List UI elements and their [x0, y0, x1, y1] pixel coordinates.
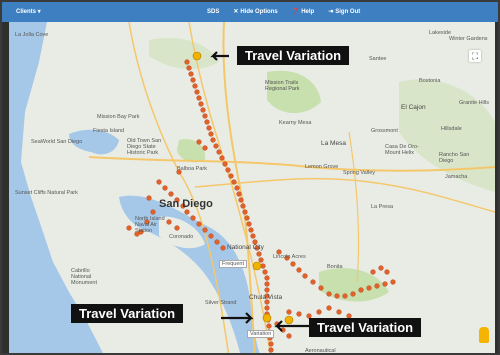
label-silver-strand: Silver Strand: [205, 300, 237, 306]
label-lakeside: Lakeside: [429, 30, 452, 36]
label-la-jolla: La Jolla Cove: [15, 32, 49, 38]
menu-item-help[interactable]: ❓ Help: [291, 8, 315, 16]
label-hillsdale: Hillsdale: [441, 126, 462, 132]
label-bonita: Bonita: [327, 264, 343, 270]
top-menu: SDS ✕ Hide Options ❓ Help ⇥ Sign Out: [207, 8, 360, 16]
map-view[interactable]: La Jolla Cove Mission Bay Park SeaWorld …: [9, 22, 495, 354]
freeway-125: [348, 131, 360, 283]
callout-travel-variation-left: Travel Variation: [71, 304, 184, 323]
label-el-cajon: El Cajon: [401, 104, 426, 111]
label-sunset-cliffs: Sunset Cliffs Natural Park: [15, 190, 78, 196]
label-granite-hills: Granite Hills: [459, 100, 489, 106]
label-mission-bay: Mission Bay Park: [97, 114, 140, 120]
label-lemon-grove: Lemon Grove: [305, 164, 339, 170]
label-aeronautical: Aeronautical: [305, 348, 336, 354]
label-lincoln-acres: Lincoln Acres: [273, 254, 306, 260]
label-north-island: North Island Naval Air Station: [135, 216, 165, 234]
label-la-mesa: La Mesa: [321, 140, 346, 147]
top-navbar: Clients ▾ SDS ✕ Hide Options ❓ Help ⇥ Sign …: [2, 2, 498, 22]
label-seaworld: SeaWorld San Diego: [31, 139, 83, 145]
label-mission-trails: Mission Trails Regional Park: [265, 80, 300, 92]
label-grossmont: Grossmont: [371, 128, 398, 134]
label-santee: Santee: [369, 56, 387, 62]
callout-travel-variation-top: Travel Variation: [237, 46, 350, 65]
label-winter-gardens: Winter Gardens: [449, 36, 488, 42]
label-frequent: Frequent: [219, 260, 248, 268]
miramar-area: [149, 38, 219, 70]
sign-out-icon: ⇥: [328, 9, 334, 15]
point-loma: [61, 192, 105, 272]
callout-arrow-right: [274, 320, 309, 332]
label-fiesta-island: Fiesta Island: [93, 128, 125, 134]
label-national-city: National City: [227, 244, 264, 251]
label-la-presa: La Presa: [371, 204, 394, 210]
app-frame: Clients ▾ SDS ✕ Hide Options ❓ Help ⇥ Sign …: [0, 0, 500, 355]
label-jamacha: Jamacha: [445, 174, 468, 180]
label-rancho-sd: Rancho San Diego: [439, 152, 470, 164]
label-cabrillo: Cabrillo National Monument: [71, 268, 97, 286]
street-view-pegman-icon[interactable]: [479, 327, 489, 343]
menu-item-hide-options[interactable]: ✕ Hide Options: [233, 8, 277, 16]
expand-icon: ✕: [233, 9, 239, 15]
label-coronado: Coronado: [169, 234, 194, 240]
label-balboa: Balboa Park: [177, 166, 207, 172]
label-spring-valley: Spring Valley: [343, 170, 375, 176]
help-icon: ❓: [291, 9, 300, 15]
label-san-diego: San Diego: [159, 198, 213, 210]
fullscreen-icon[interactable]: ⛶: [469, 50, 481, 62]
label-old-town: Old Town San Diego State Historic Park: [127, 138, 162, 156]
callout-arrow-top: [210, 51, 229, 61]
label-casa-de-oro: Casa De Oro-Mount Helix: [385, 144, 419, 156]
label-bostonia: Bostonia: [419, 78, 441, 84]
left-gutter: [2, 22, 9, 353]
label-variation: Variation: [247, 330, 275, 338]
clients-dropdown[interactable]: Clients ▾: [16, 8, 41, 15]
label-kearny-mesa: Kearny Mesa: [279, 120, 312, 126]
menu-item-sds[interactable]: SDS: [207, 8, 219, 15]
menu-item-sign-out[interactable]: ⇥ Sign Out: [328, 8, 360, 16]
callout-travel-variation-right: Travel Variation: [309, 318, 422, 337]
label-chula-vista: Chula Vista: [249, 294, 283, 301]
